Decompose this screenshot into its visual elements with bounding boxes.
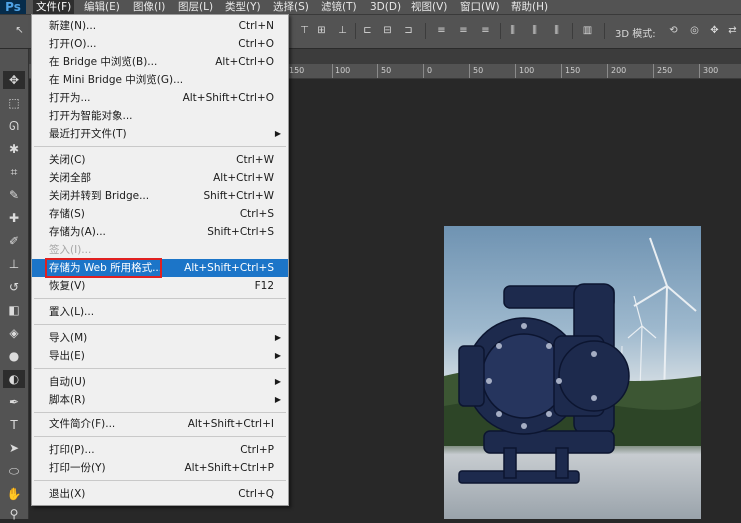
ruler-tick: 200 bbox=[611, 66, 627, 75]
submenu-arrow-icon: ▶ bbox=[274, 129, 281, 138]
menu-item-save-for-web[interactable]: 存储为 Web 所用格式... Alt+Shift+Ctrl+S bbox=[32, 259, 288, 277]
ruler-tick: 0 bbox=[427, 66, 433, 75]
shape-tool-icon[interactable]: ⬭ bbox=[3, 462, 25, 480]
blur-tool-icon[interactable]: ● bbox=[3, 347, 25, 365]
distribute-right-icon[interactable]: ⫼ bbox=[551, 25, 562, 36]
3d-mode-label: 3D 模式: bbox=[615, 29, 656, 40]
menu-item-browse-mini-bridge[interactable]: 在 Mini Bridge 中浏览(G)... bbox=[32, 71, 288, 89]
menu-item-print-one-copy[interactable]: 打印一份(Y) Alt+Shift+Ctrl+P bbox=[32, 459, 288, 477]
marquee-tool-icon[interactable]: ⬚ bbox=[3, 94, 25, 112]
align-vcenter-icon[interactable]: ⊞ bbox=[316, 25, 327, 36]
submenu-arrow-icon: ▶ bbox=[274, 351, 281, 360]
menu-layer[interactable]: 图层(L) bbox=[175, 0, 216, 14]
distribute-vcenter-icon[interactable]: ≡ bbox=[458, 25, 469, 36]
align-hcenter-icon[interactable]: ⊟ bbox=[382, 25, 393, 36]
file-menu-dropdown: 新建(N)... Ctrl+N 打开(O)... Ctrl+O 在 Bridge 中… bbox=[31, 14, 289, 506]
brush-tool-icon[interactable]: ✐ bbox=[3, 232, 25, 250]
distribute-bottom-icon[interactable]: ≡ bbox=[480, 25, 491, 36]
menu-item-export[interactable]: 导出(E) ▶ bbox=[32, 347, 288, 365]
menu-file[interactable]: 文件(F) bbox=[33, 0, 75, 14]
lasso-tool-icon[interactable]: ᘏ bbox=[3, 117, 25, 135]
menu-item-save[interactable]: 存储(S) Ctrl+S bbox=[32, 205, 288, 223]
menu-item-scripts[interactable]: 脚本(R) ▶ bbox=[32, 391, 288, 409]
pen-tool-icon[interactable]: ✒ bbox=[3, 393, 25, 411]
menu-item-browse-bridge[interactable]: 在 Bridge 中浏览(B)... Alt+Ctrl+O bbox=[32, 53, 288, 71]
ruler-tick: 150 bbox=[565, 66, 581, 75]
align-bottom-icon[interactable]: ⊥ bbox=[337, 25, 348, 36]
menu-filter[interactable]: 滤镜(T) bbox=[318, 0, 360, 14]
menu-item-revert[interactable]: 恢复(V) F12 bbox=[32, 277, 288, 295]
menu-edit[interactable]: 编辑(E) bbox=[81, 0, 123, 14]
distribute-hcenter-icon[interactable]: ⫼ bbox=[529, 25, 540, 36]
menu-item-close[interactable]: 关闭(C) Ctrl+W bbox=[32, 151, 288, 169]
menu-item-open-smart-object[interactable]: 打开为智能对象... bbox=[32, 107, 288, 125]
paint-bucket-icon[interactable]: ◈ bbox=[3, 324, 25, 342]
menu-type[interactable]: 类型(Y) bbox=[222, 0, 264, 14]
menu-image[interactable]: 图像(I) bbox=[130, 0, 168, 14]
menu-item-import[interactable]: 导入(M) ▶ bbox=[32, 329, 288, 347]
tools-panel: ✥ ⬚ ᘏ ✱ ⌗ ✎ ✚ ✐ ⊥ ↺ ◧ ◈ ● ◐ ✒ T ➤ ⬭ ✋ ⚲ bbox=[0, 49, 29, 521]
menu-item-new[interactable]: 新建(N)... Ctrl+N bbox=[32, 17, 288, 35]
ruler-tick: 100 bbox=[519, 66, 535, 75]
hand-tool-icon[interactable]: ✋ bbox=[3, 485, 25, 503]
ruler-tick: 50 bbox=[381, 66, 392, 75]
submenu-arrow-icon: ▶ bbox=[274, 395, 281, 404]
ruler-tick: 100 bbox=[335, 66, 351, 75]
3d-slide-icon[interactable]: ⇄ bbox=[727, 25, 738, 36]
path-selection-icon[interactable]: ➤ bbox=[3, 439, 25, 457]
ruler-tick: 300 bbox=[703, 66, 719, 75]
menu-bar: Ps 文件(F) 编辑(E) 图像(I) 图层(L) 类型(Y) 选择(S) 滤… bbox=[0, 0, 741, 15]
align-top-icon[interactable]: ⊤ bbox=[299, 25, 310, 36]
menu-item-save-as[interactable]: 存储为(A)... Shift+Ctrl+S bbox=[32, 223, 288, 241]
3d-roll-icon[interactable]: ◎ bbox=[689, 25, 700, 36]
submenu-arrow-icon: ▶ bbox=[274, 377, 281, 386]
menu-item-recent-files[interactable]: 最近打开文件(T) ▶ bbox=[32, 125, 288, 143]
auto-align-icon[interactable]: ▥ bbox=[582, 25, 593, 36]
menu-help[interactable]: 帮助(H) bbox=[508, 0, 551, 14]
ruler-tick: 50 bbox=[473, 66, 484, 75]
dodge-tool-icon[interactable]: ◐ bbox=[3, 370, 25, 388]
menu-select[interactable]: 选择(S) bbox=[270, 0, 312, 14]
menu-item-automate[interactable]: 自动(U) ▶ bbox=[32, 373, 288, 391]
menu-item-open[interactable]: 打开(O)... Ctrl+O bbox=[32, 35, 288, 53]
3d-rotate-icon[interactable]: ⟲ bbox=[668, 25, 679, 36]
clone-stamp-icon[interactable]: ⊥ bbox=[3, 255, 25, 273]
eyedropper-icon[interactable]: ✎ bbox=[3, 186, 25, 204]
submenu-arrow-icon: ▶ bbox=[274, 333, 281, 342]
history-brush-icon[interactable]: ↺ bbox=[3, 278, 25, 296]
menu-item-open-as[interactable]: 打开为... Alt+Shift+Ctrl+O bbox=[32, 89, 288, 107]
menu-item-check-in: 签入(I)... bbox=[49, 244, 92, 256]
healing-brush-icon[interactable]: ✚ bbox=[3, 209, 25, 227]
ruler-tick: 150 bbox=[289, 66, 305, 75]
eraser-tool-icon[interactable]: ◧ bbox=[3, 301, 25, 319]
type-tool-icon[interactable]: T bbox=[3, 416, 25, 434]
photoshop-logo: Ps bbox=[0, 0, 26, 14]
pump-photo bbox=[444, 237, 701, 484]
3d-pan-icon[interactable]: ✥ bbox=[709, 25, 720, 36]
distribute-left-icon[interactable]: ⫼ bbox=[507, 25, 518, 36]
move-tool-icon[interactable]: ✥ bbox=[3, 71, 25, 89]
ruler-tick: 250 bbox=[657, 66, 673, 75]
magic-wand-icon[interactable]: ✱ bbox=[3, 140, 25, 158]
menu-item-close-all[interactable]: 关闭全部 Alt+Ctrl+W bbox=[32, 169, 288, 187]
align-right-icon[interactable]: ⊐ bbox=[403, 25, 414, 36]
distribute-top-icon[interactable]: ≡ bbox=[436, 25, 447, 36]
document-image[interactable] bbox=[444, 226, 701, 519]
menu-item-place[interactable]: 置入(L)... bbox=[32, 303, 288, 321]
menu-item-exit[interactable]: 退出(X) Ctrl+Q bbox=[32, 485, 288, 503]
menu-item-print[interactable]: 打印(P)... Ctrl+P bbox=[32, 441, 288, 459]
menu-window[interactable]: 窗口(W) bbox=[457, 0, 503, 14]
menu-3d[interactable]: 3D(D) bbox=[367, 0, 404, 14]
menu-item-file-info[interactable]: 文件简介(F)... Alt+Shift+Ctrl+I bbox=[32, 415, 288, 433]
zoom-tool-icon[interactable]: ⚲ bbox=[3, 505, 25, 523]
menu-item-close-go-bridge[interactable]: 关闭并转到 Bridge... Shift+Ctrl+W bbox=[32, 187, 288, 205]
move-tool-icon[interactable]: ↖ bbox=[14, 25, 25, 36]
menu-view[interactable]: 视图(V) bbox=[408, 0, 450, 14]
crop-tool-icon[interactable]: ⌗ bbox=[3, 163, 25, 181]
align-left-icon[interactable]: ⊏ bbox=[362, 25, 373, 36]
